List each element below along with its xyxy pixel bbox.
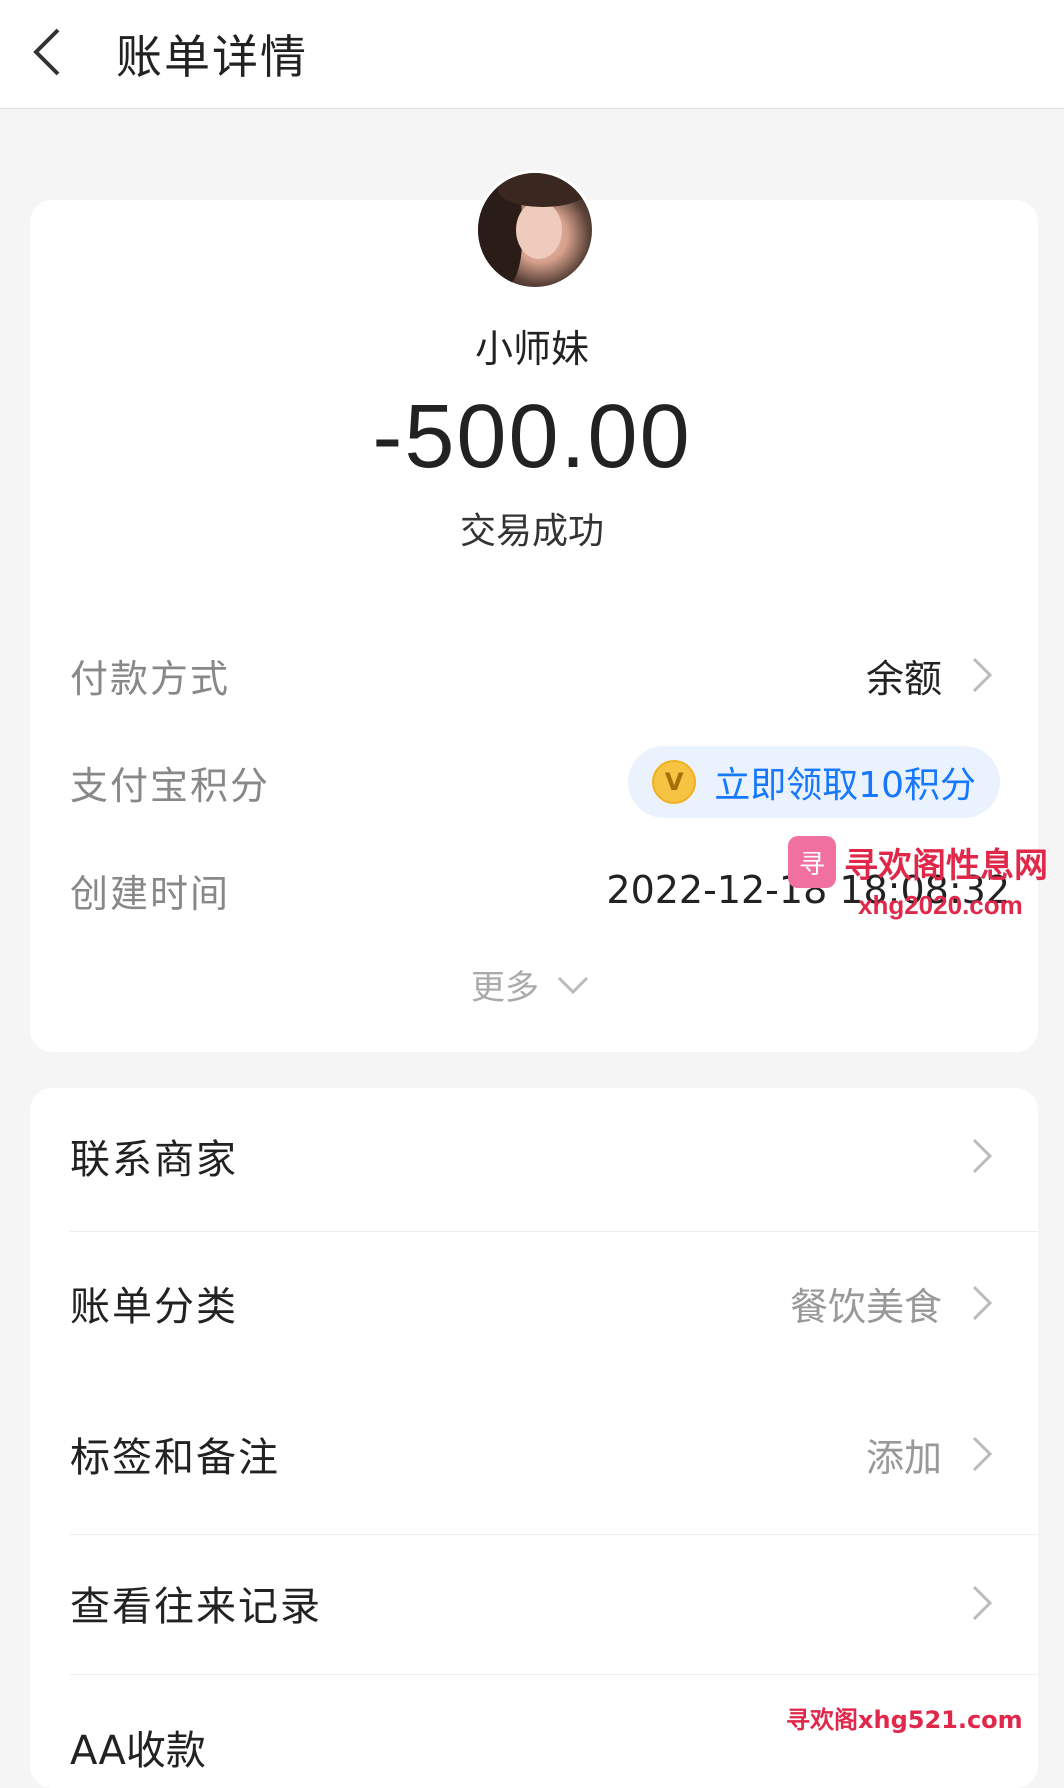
bill-category-label: 账单分类 — [70, 1284, 238, 1330]
divider — [70, 1231, 1038, 1232]
back-button[interactable] — [0, 0, 96, 108]
chevron-down-icon — [557, 976, 589, 994]
tags-notes-value: 添加 — [865, 1435, 942, 1480]
view-history-row[interactable]: 查看往来记录 — [70, 1553, 1000, 1653]
bill-category-row[interactable]: 账单分类 餐饮美食 — [70, 1253, 1000, 1353]
view-history-label: 查看往来记录 — [70, 1584, 322, 1630]
contact-merchant-label: 联系商家 — [70, 1137, 238, 1183]
chevron-right-icon — [966, 1579, 1000, 1627]
watermark-logo-icon: 寻 — [788, 836, 836, 888]
page-title: 账单详情 — [116, 30, 308, 84]
aa-collect-label[interactable]: AA收款 — [70, 1718, 206, 1776]
divider — [70, 1534, 1038, 1535]
bill-category-value: 餐饮美食 — [789, 1284, 942, 1329]
more-label: 更多 — [471, 968, 539, 1008]
watermark-site-name: 寻欢阁性息网 — [844, 845, 1048, 886]
payment-method-value: 余额 — [865, 656, 942, 701]
transaction-amount: -500.00 — [372, 387, 692, 487]
created-time-label: 创建时间 — [70, 871, 231, 916]
points-row: 支付宝积分 V 立即领取10积分 — [70, 742, 1000, 822]
watermark-footer: 寻欢阁xhg521.com — [786, 1706, 1023, 1734]
payment-method-label: 付款方式 — [70, 656, 231, 701]
watermark-site-url: xhg2020.com — [858, 890, 1023, 920]
back-arrow-icon — [28, 24, 68, 84]
avatar[interactable] — [475, 170, 595, 290]
more-toggle[interactable]: 更多 — [0, 960, 1064, 1009]
watermark-logo: 寻 寻欢阁性息网 — [788, 836, 1048, 888]
chevron-right-icon — [966, 1132, 1000, 1180]
claim-points-button[interactable]: V 立即领取10积分 — [628, 746, 1000, 818]
contact-merchant-row[interactable]: 联系商家 — [70, 1106, 1000, 1206]
chevron-right-icon — [966, 651, 1000, 699]
payee-name: 小师妹 — [474, 327, 589, 371]
top-bar: 账单详情 — [0, 0, 1064, 109]
chevron-right-icon — [966, 1430, 1000, 1478]
points-label: 支付宝积分 — [70, 763, 271, 808]
chevron-right-icon — [966, 1279, 1000, 1327]
payment-method-row[interactable]: 付款方式 余额 — [70, 635, 1000, 715]
divider — [70, 1674, 1038, 1675]
tags-notes-row[interactable]: 标签和备注 添加 — [70, 1404, 1000, 1504]
tags-notes-label: 标签和备注 — [70, 1435, 280, 1481]
coin-icon: V — [652, 760, 697, 804]
transaction-status: 交易成功 — [459, 511, 604, 552]
claim-points-label: 立即领取10积分 — [714, 765, 976, 806]
